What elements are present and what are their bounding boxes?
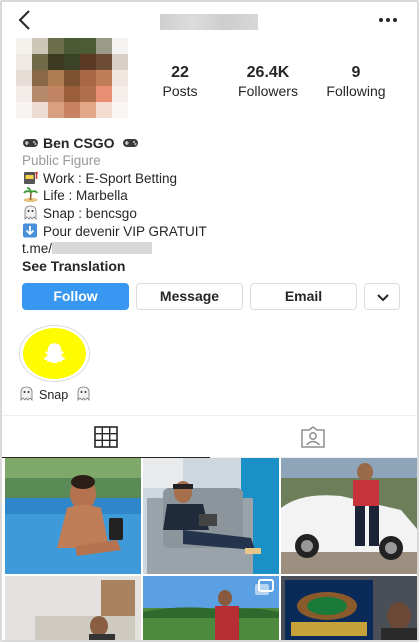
more-dots-icon[interactable] (377, 11, 399, 29)
followers-count: 26.4K (246, 64, 290, 81)
post-thumbnail[interactable] (5, 576, 141, 640)
post-thumbnail[interactable] (281, 576, 417, 640)
palm-island-icon (23, 187, 38, 203)
armchair-laptop-photo (143, 458, 279, 574)
bio-line-vip-text: Pour devenir VIP GRATUIT (43, 223, 207, 239)
porsche-photo (281, 458, 417, 574)
bio-link[interactable]: t.me/ (22, 241, 402, 258)
roulette-screen-photo (281, 576, 417, 640)
posts-label: Posts (162, 83, 198, 99)
post-thumbnail[interactable] (143, 576, 279, 640)
profile-category: Public Figure (22, 152, 101, 168)
slot-machine-icon (24, 171, 38, 184)
chevron-left-icon[interactable] (16, 9, 36, 31)
snapchat-ghost-icon (43, 343, 66, 364)
profile-name-line: Ben CSGO (22, 135, 402, 153)
ghost-icon (77, 386, 90, 401)
grid-icon (93, 426, 118, 448)
following-stat[interactable]: 9 Following (320, 64, 392, 100)
bio-line-snap: Snap : bencsgo (22, 205, 402, 223)
game-controller-icon (123, 139, 139, 147)
bio-line-work-text: Work : E-Sport Betting (43, 170, 178, 186)
email-button[interactable]: Email (250, 283, 357, 310)
profile-screen: 22 Posts 26.4K Followers 9 Following Ben… (0, 0, 419, 642)
profile-tabs (2, 415, 417, 458)
bio: Ben CSGO Public Figure Work : E-Sport Be… (22, 135, 402, 274)
post-thumbnail[interactable] (5, 458, 141, 574)
bio-line-work: Work : E-Sport Betting (22, 170, 402, 188)
tagged-person-icon (301, 426, 325, 448)
posts-stat[interactable]: 22 Posts (156, 64, 204, 100)
blurred-username (160, 14, 258, 30)
ghost-icon (24, 205, 37, 221)
pool-photo (5, 458, 141, 574)
bio-line-life-text: Life : Marbella (43, 188, 128, 204)
followers-label: Followers (238, 83, 298, 99)
blurred-link (52, 241, 153, 254)
message-button[interactable]: Message (136, 283, 243, 310)
avatar[interactable] (16, 38, 128, 118)
photo-grid (5, 458, 417, 640)
posts-count: 22 (171, 64, 189, 81)
post-thumbnail[interactable] (281, 458, 417, 574)
bio-link-text[interactable]: t.me/ (22, 241, 52, 256)
see-translation-link[interactable]: See Translation (22, 258, 402, 275)
post-thumbnail[interactable] (143, 458, 279, 574)
sofa-photo (5, 576, 141, 640)
ghost-icon (20, 386, 33, 401)
followers-stat[interactable]: 26.4K Followers (230, 64, 306, 100)
tab-tagged[interactable] (209, 416, 417, 458)
chevron-down-icon (377, 294, 389, 302)
game-controller-icon (23, 139, 38, 147)
golf-course-photo (143, 576, 279, 640)
bio-line-vip: Pour devenir VIP GRATUIT (22, 223, 402, 241)
suggestions-dropdown-button[interactable] (364, 283, 400, 310)
follow-button[interactable]: Follow (22, 283, 129, 310)
bio-line-life: Life : Marbella (22, 187, 402, 205)
following-count: 9 (351, 64, 361, 81)
down-arrow-icon (23, 223, 37, 238)
bio-line-snap-text: Snap : bencsgo (43, 206, 137, 222)
top-bar (2, 2, 417, 40)
following-label: Following (326, 83, 386, 99)
profile-name: Ben CSGO (43, 135, 115, 151)
tab-grid[interactable] (2, 416, 210, 458)
highlight-label-text: Snap (39, 388, 69, 402)
highlight-snap[interactable] (23, 328, 86, 379)
highlight-label: Snap (18, 386, 98, 402)
profile-stats: 22 Posts 26.4K Followers 9 Following (142, 64, 412, 104)
